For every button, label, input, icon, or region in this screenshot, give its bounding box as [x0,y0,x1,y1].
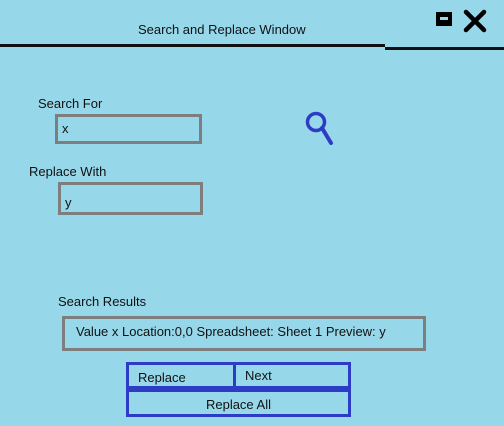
close-button[interactable] [462,8,488,34]
minimize-icon [440,17,448,20]
search-result-row[interactable]: Value x Location:0,0 Spreadsheet: Sheet … [76,324,386,339]
search-icon [305,111,333,145]
window-title: Search and Replace Window [138,22,306,37]
replace-button[interactable]: Replace [126,362,236,389]
replace-all-button[interactable]: Replace All [126,389,351,417]
search-for-label: Search For [38,96,103,111]
title-divider-right [385,47,504,50]
search-results-list[interactable]: Value x Location:0,0 Spreadsheet: Sheet … [62,316,426,351]
search-input[interactable]: x [55,114,202,144]
search-results-label: Search Results [58,294,147,309]
replace-with-label: Replace With [29,164,107,179]
minimize-button[interactable] [436,12,452,26]
close-icon [463,9,487,33]
title-divider-left [0,44,385,47]
replace-input[interactable]: y [58,182,203,215]
next-button[interactable]: Next [233,362,351,389]
